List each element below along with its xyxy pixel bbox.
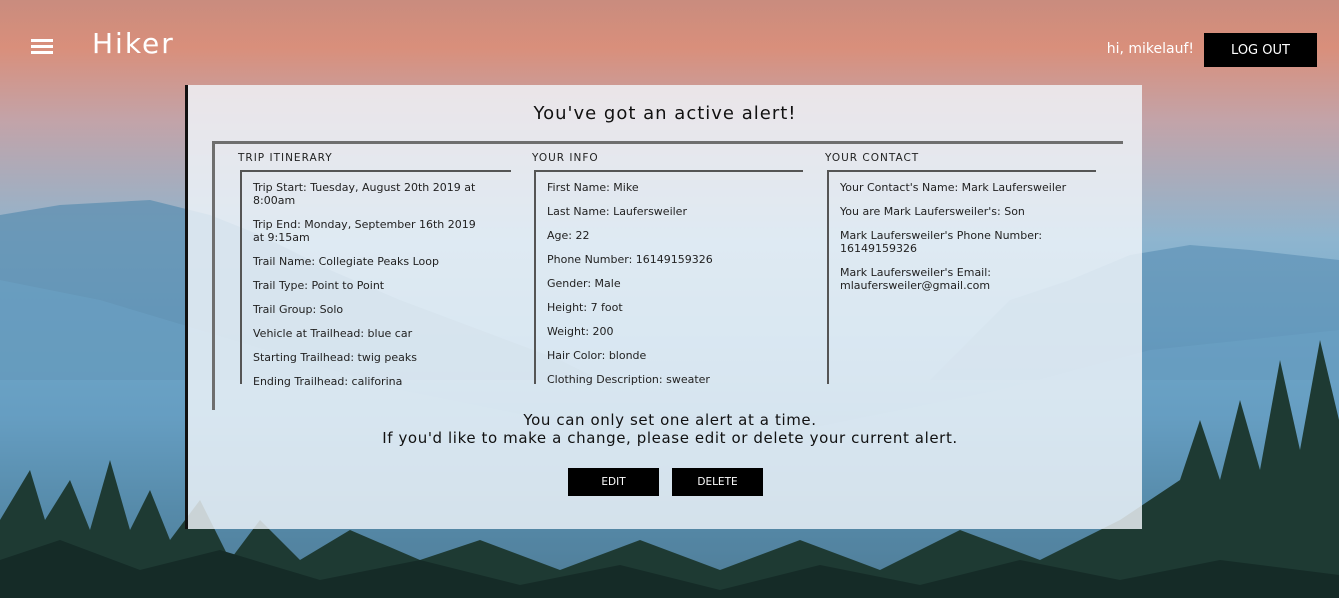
itinerary-trip-start: Trip Start: Tuesday, August 20th 2019 at…: [253, 181, 476, 207]
contact-heading: YOUR CONTACT: [825, 152, 920, 164]
itinerary-list: Trip Start: Tuesday, August 20th 2019 at…: [240, 170, 511, 388]
itinerary-trail-group: Trail Group: Solo: [253, 303, 344, 316]
contact-email: Mark Laufersweiler's Email: mlaufersweil…: [840, 266, 991, 292]
itinerary-ending-trailhead: Ending Trailhead: califorina: [253, 375, 403, 388]
itinerary-trip-end: Trip End: Monday, September 16th 2019 at…: [253, 218, 476, 244]
app-logo[interactable]: Hiker: [92, 27, 175, 60]
info-weight: Weight: 200: [547, 325, 614, 338]
info-gender: Gender: Male: [547, 277, 621, 290]
info-phone: Phone Number: 16149159326: [547, 253, 713, 266]
contact-section: YOUR CONTACT Your Contact's Name: Mark L…: [825, 152, 1096, 384]
itinerary-trail-type: Trail Type: Point to Point: [253, 279, 385, 292]
alert-card: You've got an active alert! TRIP ITINERA…: [185, 85, 1142, 529]
menu-icon-bar: [31, 51, 53, 54]
itinerary-section: TRIP ITINERARY Trip Start: Tuesday, Augu…: [238, 152, 511, 388]
itinerary-heading: TRIP ITINERARY: [238, 152, 333, 164]
edit-button[interactable]: EDIT: [568, 468, 659, 496]
menu-icon-bar: [31, 39, 53, 42]
info-clothing: Clothing Description: sweater: [547, 373, 710, 386]
info-list: First Name: Mike Last Name: Laufersweile…: [534, 170, 803, 386]
menu-icon[interactable]: [31, 39, 53, 55]
delete-button[interactable]: DELETE: [672, 468, 763, 496]
contact-name: Your Contact's Name: Mark Laufersweiler: [840, 181, 1067, 194]
itinerary-vehicle: Vehicle at Trailhead: blue car: [253, 327, 413, 340]
menu-icon-bar: [31, 45, 53, 48]
info-height: Height: 7 foot: [547, 301, 623, 314]
contact-phone: Mark Laufersweiler's Phone Number: 16149…: [840, 229, 1043, 255]
alert-title: You've got an active alert!: [533, 103, 797, 124]
info-hair-color: Hair Color: blonde: [547, 349, 647, 362]
contact-relationship: You are Mark Laufersweiler's: Son: [840, 205, 1025, 218]
itinerary-trail-name: Trail Name: Collegiate Peaks Loop: [253, 255, 440, 268]
contact-list: Your Contact's Name: Mark Laufersweiler …: [827, 170, 1096, 384]
info-age: Age: 22: [547, 229, 590, 242]
info-first-name: First Name: Mike: [547, 181, 639, 194]
info-section: YOUR INFO First Name: Mike Last Name: La…: [532, 152, 803, 386]
info-last-name: Last Name: Laufersweiler: [547, 205, 687, 218]
logout-button[interactable]: LOG OUT: [1204, 33, 1317, 67]
itinerary-starting-trailhead: Starting Trailhead: twig peaks: [253, 351, 417, 364]
user-greeting: hi, mikelauf!: [1106, 41, 1194, 57]
alert-note-line2: If you'd like to make a change, please e…: [382, 429, 958, 447]
alert-note-line1: You can only set one alert at a time.: [523, 411, 817, 429]
info-heading: YOUR INFO: [532, 152, 599, 164]
